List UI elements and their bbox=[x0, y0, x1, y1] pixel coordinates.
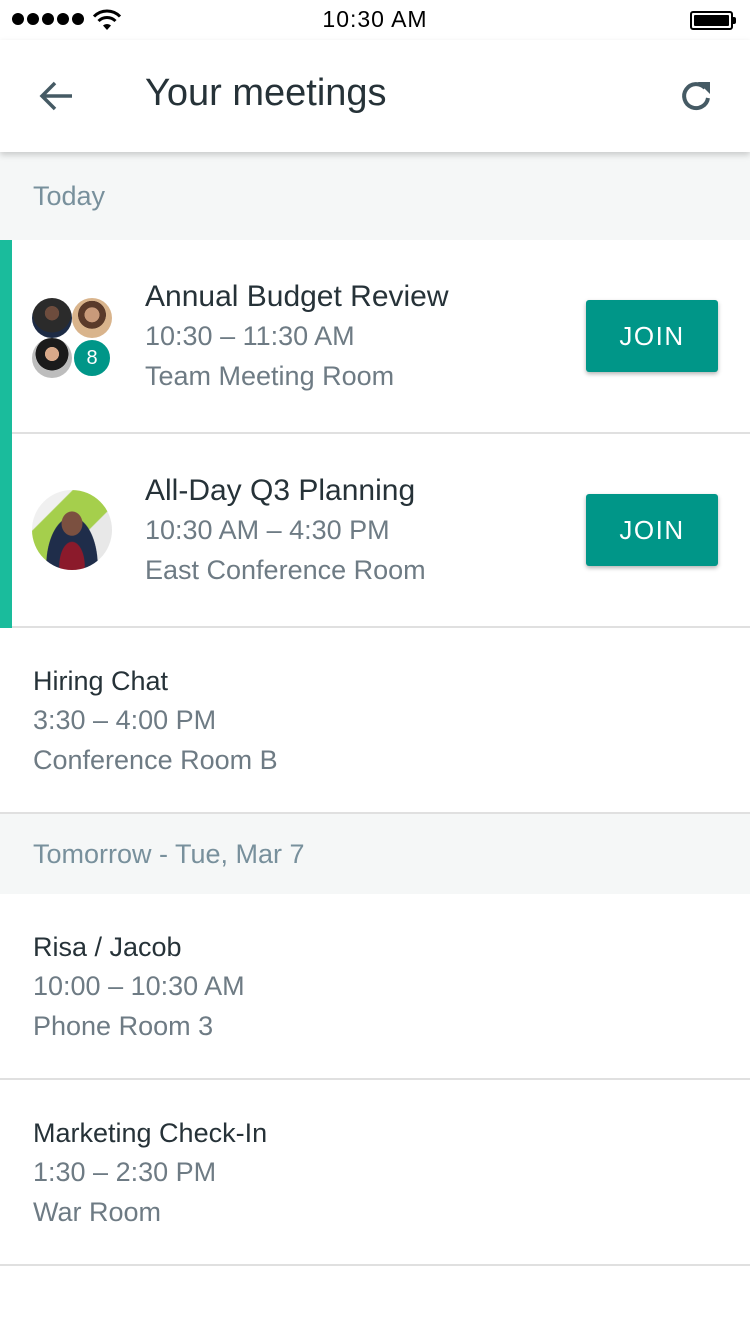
join-button[interactable]: JOIN bbox=[586, 494, 718, 566]
meetings-list: Today 8 Annual Budget Review 10:30 – 11:… bbox=[0, 152, 750, 1266]
avatar bbox=[32, 338, 72, 378]
arrow-left-icon bbox=[39, 81, 72, 111]
avatar bbox=[32, 490, 112, 570]
meeting-item[interactable]: Marketing Check-In 1:30 – 2:30 PM War Ro… bbox=[0, 1080, 750, 1266]
avatar bbox=[32, 298, 72, 338]
meeting-room: War Room bbox=[33, 1197, 162, 1227]
meeting-title: Risa / Jacob bbox=[33, 932, 182, 962]
battery-icon bbox=[690, 11, 736, 30]
join-button[interactable]: JOIN bbox=[586, 300, 718, 372]
status-bar: 10:30 AM bbox=[0, 0, 750, 40]
meeting-item[interactable]: All-Day Q3 Planning 10:30 AM – 4:30 PM E… bbox=[0, 434, 750, 628]
meeting-title: Hiring Chat bbox=[33, 666, 169, 696]
meeting-item[interactable]: Risa / Jacob 10:00 – 10:30 AM Phone Room… bbox=[0, 894, 750, 1080]
meeting-time: 10:30 AM – 4:30 PM bbox=[145, 515, 390, 545]
meeting-item[interactable]: 8 Annual Budget Review 10:30 – 11:30 AM … bbox=[0, 240, 750, 434]
attendee-avatars: 8 bbox=[32, 298, 112, 378]
status-time: 10:30 AM bbox=[322, 6, 428, 32]
refresh-icon bbox=[682, 82, 710, 111]
app-bar: Your meetings bbox=[0, 40, 750, 152]
meeting-title: All-Day Q3 Planning bbox=[145, 474, 416, 507]
section-header-tomorrow: Tomorrow - Tue, Mar 7 bbox=[0, 814, 750, 894]
meeting-time: 1:30 – 2:30 PM bbox=[33, 1157, 217, 1187]
meeting-room: East Conference Room bbox=[145, 555, 426, 585]
in-progress-indicator bbox=[0, 434, 12, 628]
meeting-title: Marketing Check-In bbox=[33, 1118, 268, 1148]
page-title: Your meetings bbox=[145, 72, 387, 114]
meeting-time: 10:30 – 11:30 AM bbox=[145, 321, 355, 351]
meeting-time: 10:00 – 10:30 AM bbox=[33, 971, 245, 1001]
avatar bbox=[72, 298, 112, 338]
meeting-title: Annual Budget Review bbox=[145, 280, 449, 313]
meeting-item[interactable]: Hiring Chat 3:30 – 4:00 PM Conference Ro… bbox=[0, 628, 750, 814]
meeting-room: Team Meeting Room bbox=[145, 361, 395, 391]
meeting-time: 3:30 – 4:00 PM bbox=[33, 705, 217, 735]
section-header-today: Today bbox=[0, 152, 750, 240]
refresh-button[interactable] bbox=[668, 70, 724, 122]
more-attendees-badge: 8 bbox=[72, 338, 112, 378]
meeting-room: Phone Room 3 bbox=[33, 1011, 214, 1041]
meeting-room: Conference Room B bbox=[33, 745, 278, 775]
back-button[interactable] bbox=[28, 70, 84, 122]
in-progress-indicator bbox=[0, 240, 12, 434]
